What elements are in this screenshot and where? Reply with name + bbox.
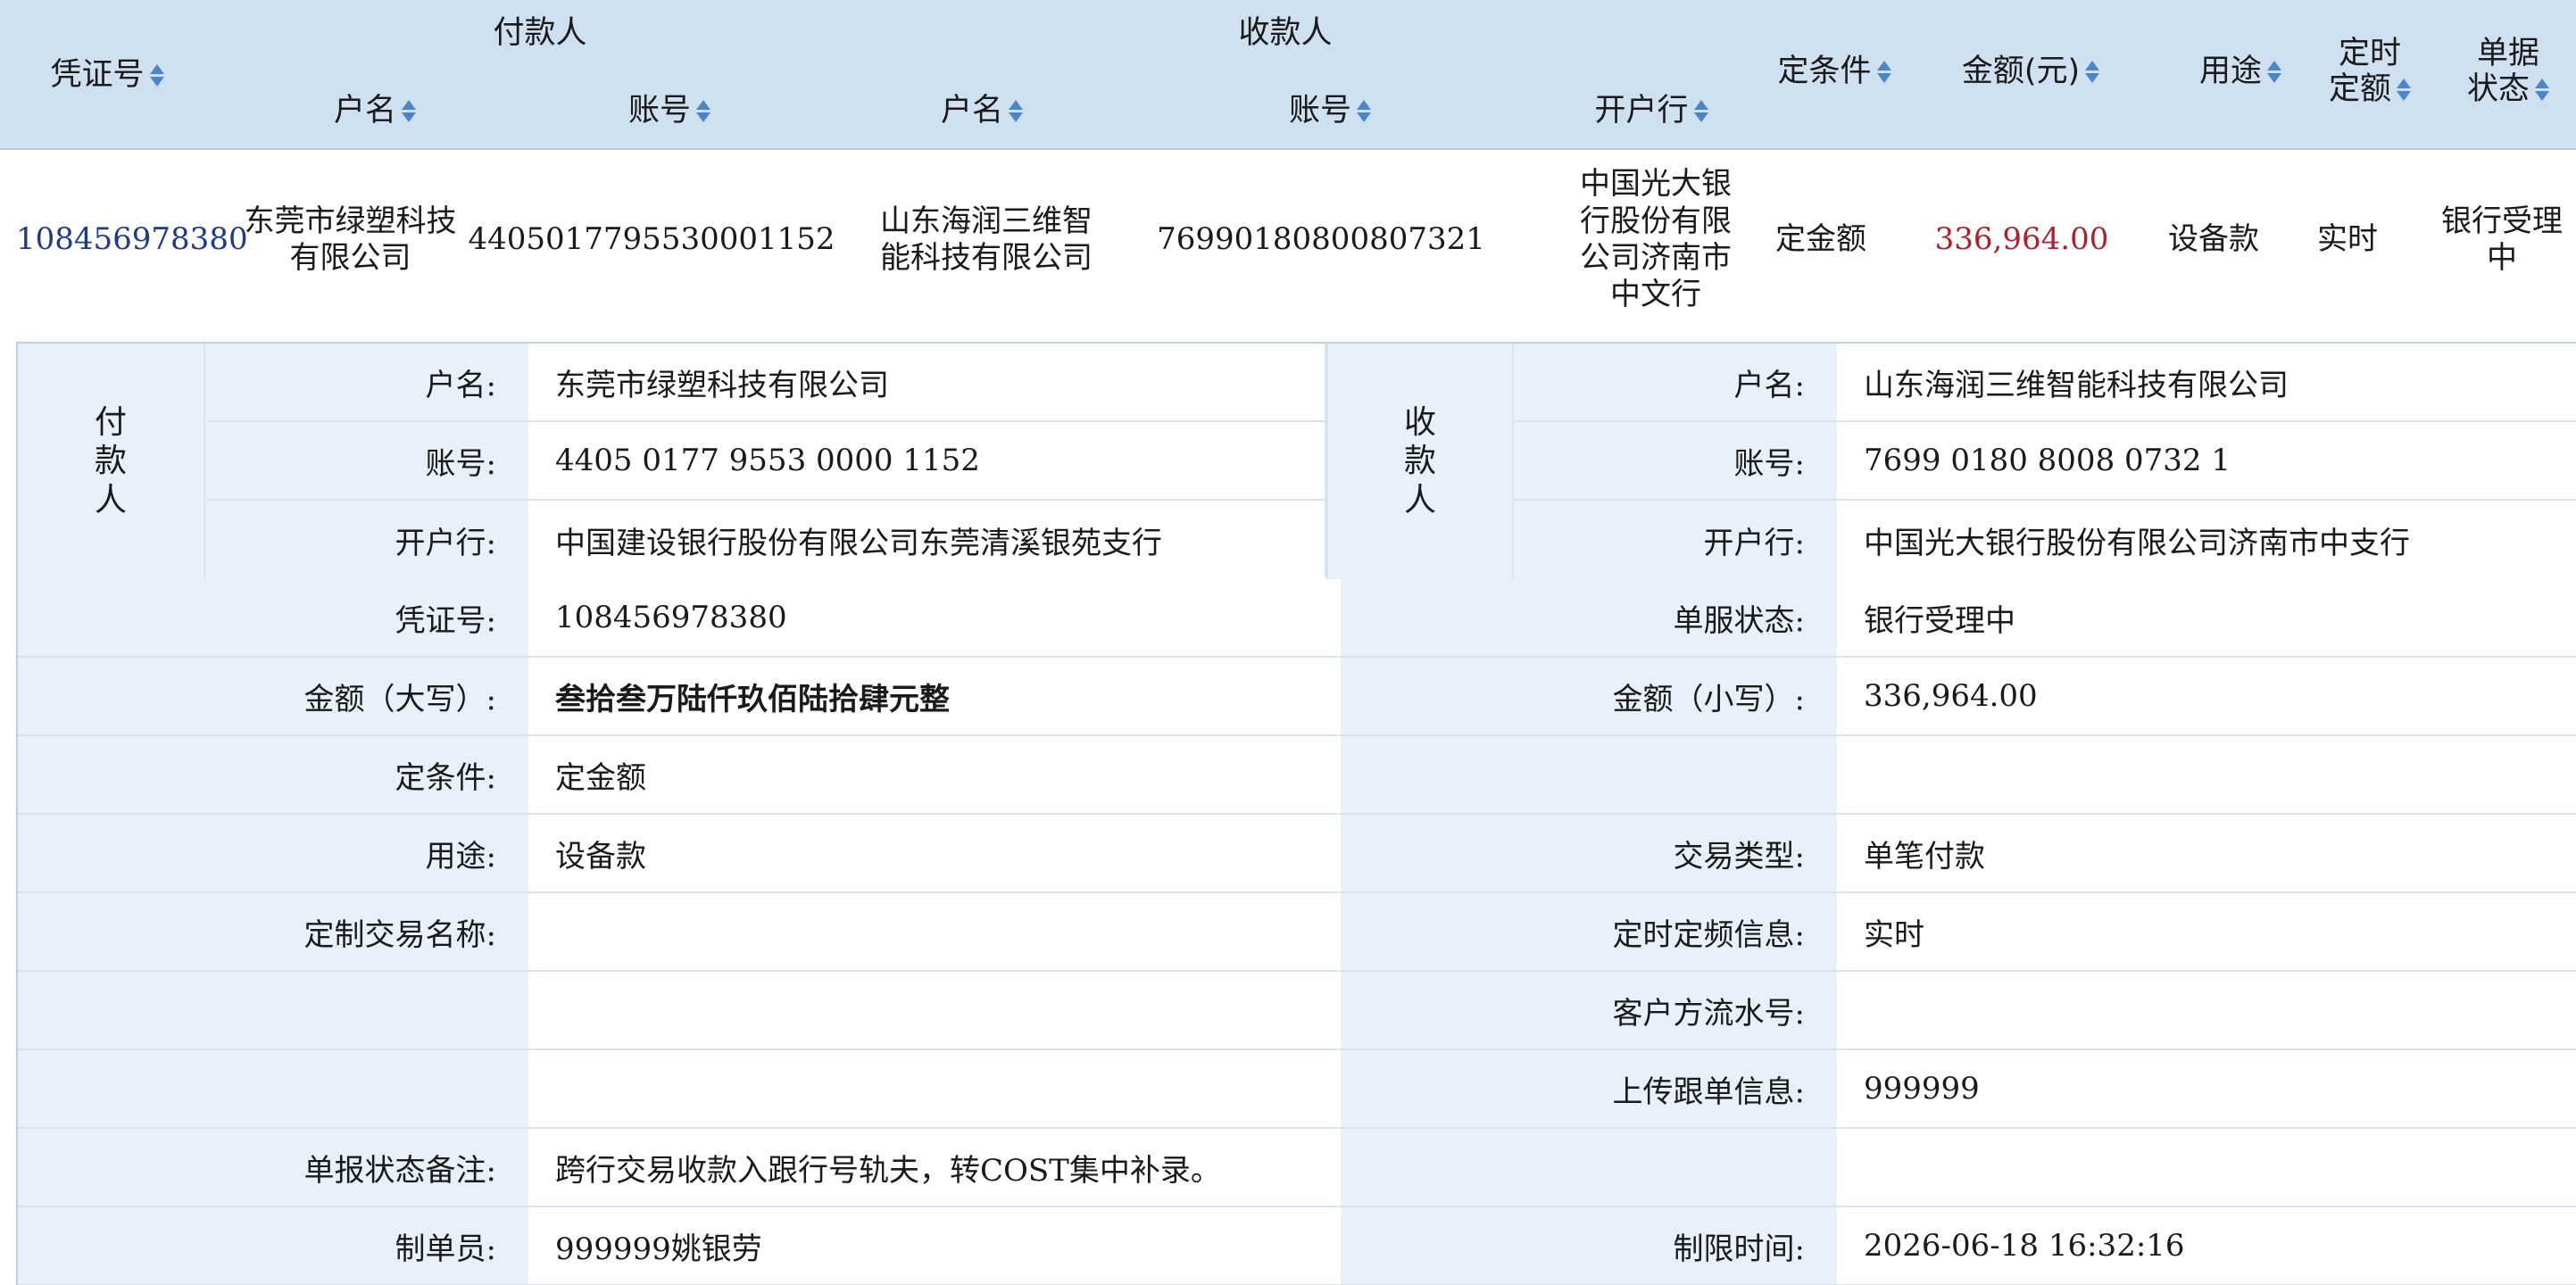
detail-right-value: [1837, 736, 2576, 813]
header-purpose[interactable]: 用途: [2178, 0, 2303, 143]
detail-left-label: 用途:: [18, 815, 528, 891]
sort-icon[interactable]: [402, 99, 416, 122]
detail-right-label: [1341, 1129, 1837, 1206]
detail-right-label: 上传跟单信息:: [1341, 1050, 1837, 1127]
status-badge: 银行受理中: [2441, 203, 2563, 276]
detail-row: 客户方流水号:: [18, 972, 2576, 1050]
row-timing: 实时: [2317, 221, 2378, 258]
detail-row: 定制交易名称: 定时定频信息: 实时: [18, 893, 2576, 972]
payer-account-value: 4405 0177 9553 0000 1152: [528, 422, 1341, 501]
payer-bank-label: 开户行:: [205, 501, 528, 579]
sort-icon[interactable]: [2535, 78, 2549, 101]
header-payer-account[interactable]: 账号: [536, 86, 803, 136]
detail-row: 金额（大写）: 叁拾叁万陆仟玖佰陆拾肆元整 金额（小写）: 336,964.00: [18, 658, 2576, 736]
sort-icon[interactable]: [149, 63, 164, 87]
detail-right-label: 交易类型:: [1341, 815, 1837, 891]
detail-row: 用途: 设备款 交易类型: 单笔付款: [18, 815, 2576, 893]
payee-account-label: 账号:: [1514, 422, 1837, 501]
row-amount: 336,964.00: [1934, 221, 2109, 258]
detail-right-value: [1837, 1129, 2576, 1206]
header-condition[interactable]: 定条件: [1754, 0, 1915, 143]
detail-right-label: [1341, 736, 1837, 813]
header-voucher-no[interactable]: 凭证号: [27, 0, 187, 150]
detail-right-label: 金额（小写）:: [1341, 658, 1837, 734]
row-payee-bank: 中国光大银 行股份有限 公司济南市 中文行: [1580, 166, 1732, 313]
header-payer-group: 付款人: [493, 14, 587, 51]
detail-left-label: 单报状态备注:: [18, 1129, 528, 1206]
row-payer-name: 东莞市绿塑科技 有限公司: [244, 203, 457, 276]
detail-left-label: 定制交易名称:: [18, 893, 528, 970]
header-payee-account[interactable]: 账号: [1196, 86, 1464, 136]
row-condition: 定金额: [1775, 221, 1866, 258]
detail-left-label: 制单员:: [18, 1207, 528, 1284]
detail-left-label: 定条件:: [18, 736, 528, 813]
detail-row: 单报状态备注: 跨行交易收款入跟行号轨夫，转COST集中补录。: [18, 1129, 2576, 1207]
list-header: 凭证号 付款人 收款人 户名 账号 户名 账号 开户行 定条件 金额(元) 用途: [0, 0, 2576, 150]
row-payee-name: 山东海润三维智 能科技有限公司: [880, 203, 1093, 276]
payee-side-label: 收 款 人: [1326, 344, 1514, 579]
detail-right-label: 客户方流水号:: [1341, 972, 1837, 1049]
detail-left-value: [528, 893, 1341, 970]
payer-name-label: 户名:: [205, 344, 528, 422]
detail-left-value: 设备款: [528, 815, 1341, 891]
sort-icon[interactable]: [1357, 99, 1371, 122]
payer-account-label: 账号:: [205, 422, 528, 501]
payee-bank-value: 中国光大银行股份有限公司济南市中支行: [1837, 501, 2576, 579]
row-payee-account: 76990180800807321: [1157, 221, 1485, 258]
header-timing[interactable]: 定时 定额: [2312, 0, 2428, 143]
row-voucher-no[interactable]: 108456978380: [16, 150, 248, 330]
payer-name-value: 东莞市绿塑科技有限公司: [528, 344, 1341, 422]
header-payee-bank[interactable]: 开户行: [1517, 86, 1785, 136]
payee-name-label: 户名:: [1514, 344, 1837, 422]
sort-icon[interactable]: [1009, 99, 1023, 122]
table-row[interactable]: 108456978380 东莞市绿塑科技 有限公司 44050177955300…: [0, 150, 2576, 330]
detail-left-label: [18, 1050, 528, 1127]
header-status[interactable]: 单据 状态: [2450, 0, 2566, 143]
sort-icon[interactable]: [2267, 60, 2281, 83]
detail-row: 定条件: 定金额: [18, 736, 2576, 815]
detail-left-value: 跨行交易收款入跟行号轨夫，转COST集中补录。: [528, 1129, 1341, 1206]
header-payee-group: 收款人: [1238, 14, 1333, 51]
detail-right-value: 实时: [1837, 893, 2576, 970]
detail-left-value: [528, 1050, 1341, 1127]
detail-right-value: [1837, 972, 2576, 1049]
sort-icon[interactable]: [2085, 60, 2100, 83]
payer-side-label: 付 款 人: [18, 344, 205, 579]
detail-left-value: 叁拾叁万陆仟玖佰陆拾肆元整: [528, 658, 1341, 734]
sort-icon[interactable]: [1876, 60, 1891, 83]
detail-row: 上传跟单信息: 999999: [18, 1050, 2576, 1129]
detail-row: 凭证号: 108456978380 单服状态: 银行受理中: [18, 579, 2576, 658]
party-block: 付 款 人 户名: 东莞市绿塑科技有限公司 账号: 4405 0177 9553…: [18, 344, 2576, 579]
header-amount[interactable]: 金额(元): [1937, 0, 2124, 143]
detail-table: 付 款 人 户名: 东莞市绿塑科技有限公司 账号: 4405 0177 9553…: [16, 342, 2576, 1285]
detail-right-value: 2026-06-18 16:32:16: [1837, 1207, 2576, 1284]
detail-right-value: 999999: [1837, 1050, 2576, 1127]
payer-bank-value: 中国建设银行股份有限公司东莞清溪银苑支行: [528, 501, 1341, 579]
header-payee-name[interactable]: 户名: [848, 86, 1116, 136]
detail-right-value: 单笔付款: [1837, 815, 2576, 891]
payee-account-value: 7699 0180 8008 0732 1: [1837, 422, 2576, 501]
payee-bank-label: 开户行:: [1514, 501, 1837, 579]
row-purpose: 设备款: [2168, 221, 2259, 258]
detail-right-value: 银行受理中: [1837, 579, 2576, 656]
sort-icon[interactable]: [1693, 99, 1708, 122]
detail-right-value: 336,964.00: [1837, 658, 2576, 734]
detail-left-value: 999999姚银劳: [528, 1207, 1341, 1284]
detail-row: 制单员: 999999姚银劳 制限时间: 2026-06-18 16:32:16: [18, 1207, 2576, 1285]
detail-right-label: 单服状态:: [1341, 579, 1837, 656]
detail-right-label: 制限时间:: [1341, 1207, 1837, 1284]
detail-left-label: 金额（大写）:: [18, 658, 528, 734]
sort-icon[interactable]: [696, 99, 710, 122]
detail-left-value: 108456978380: [528, 579, 1341, 656]
sort-icon[interactable]: [2397, 78, 2411, 101]
payee-name-value: 山东海润三维智能科技有限公司: [1837, 344, 2576, 422]
detail-right-label: 定时定频信息:: [1341, 893, 1837, 970]
detail-left-label: 凭证号:: [18, 579, 528, 656]
header-payer-name[interactable]: 户名: [241, 86, 509, 136]
row-payer-account: 4405017795530001152: [468, 221, 835, 258]
detail-left-value: [528, 972, 1341, 1049]
detail-left-label: [18, 972, 528, 1049]
detail-left-value: 定金额: [528, 736, 1341, 813]
